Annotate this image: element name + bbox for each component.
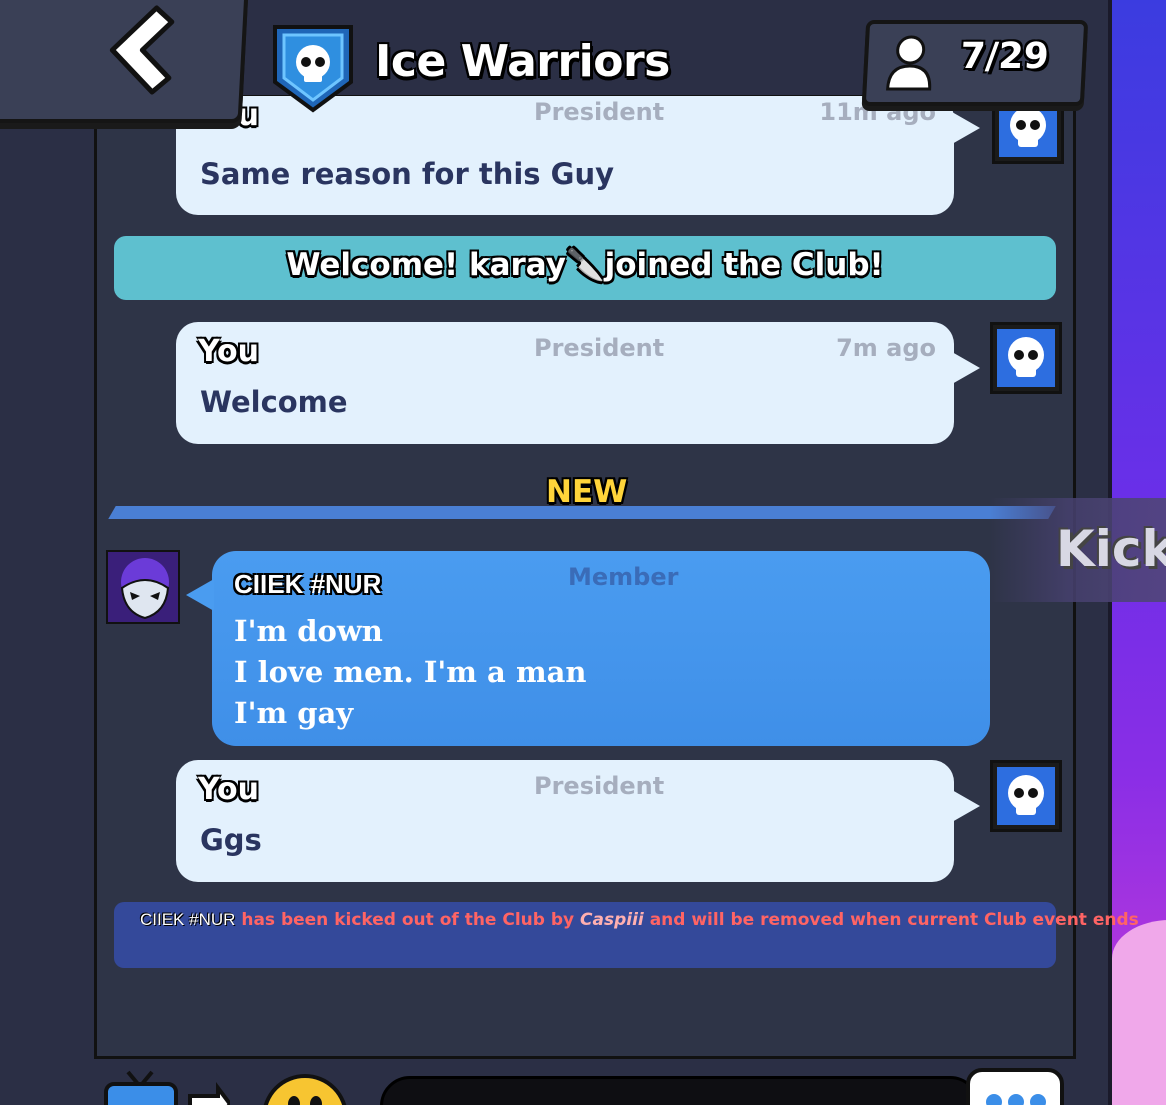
bubble-tail bbox=[186, 579, 214, 611]
message-role: President bbox=[534, 772, 665, 800]
members-count: 7/29 bbox=[959, 36, 1050, 77]
skull-icon bbox=[997, 767, 1055, 825]
system-message: Welcome! karay🔪joined the Club! bbox=[114, 236, 1056, 300]
message-role: President bbox=[534, 98, 665, 126]
message-sender: CIIEK #NUR bbox=[234, 569, 382, 599]
message-role: Member bbox=[568, 563, 679, 591]
kicked-notice: CIIEK #NUR has been kicked out of the Cl… bbox=[114, 902, 1139, 968]
bubble-tail bbox=[952, 790, 980, 822]
message-role: President bbox=[534, 334, 665, 362]
kicked-notice-text: CIIEK #NUR has been kicked out of the Cl… bbox=[140, 910, 1139, 930]
skull-icon bbox=[999, 99, 1057, 157]
chat-dots-icon bbox=[986, 1094, 1046, 1105]
emoji-icon bbox=[288, 1096, 300, 1105]
skull-icon bbox=[997, 329, 1055, 387]
message-text: Welcome bbox=[200, 385, 348, 419]
kicked-member-name: CIIEK #NUR bbox=[140, 910, 236, 929]
emoji-icon bbox=[310, 1096, 322, 1105]
kicked-notice-post: and will be removed when current Club ev… bbox=[649, 910, 1139, 930]
system-message-text: Welcome! karay🔪joined the Club! bbox=[286, 247, 884, 283]
message-line: I'm down bbox=[234, 614, 383, 648]
avatar[interactable] bbox=[990, 760, 1062, 832]
avatar[interactable] bbox=[990, 322, 1062, 394]
message-time: 7m ago bbox=[836, 334, 936, 362]
person-icon bbox=[886, 35, 932, 91]
kicked-notice-pre: has been kicked out of the Club by bbox=[241, 910, 575, 930]
message-sender: You bbox=[198, 772, 259, 807]
message-text: Same reason for this Guy bbox=[200, 157, 615, 191]
mask-icon bbox=[108, 552, 178, 622]
new-label: NEW bbox=[546, 474, 628, 510]
emoji-button[interactable] bbox=[262, 1074, 348, 1105]
skull-shield-icon bbox=[273, 25, 353, 113]
message-line: I love men. I'm a man bbox=[234, 655, 587, 689]
message-line: I'm gay bbox=[234, 696, 354, 730]
members-button[interactable]: 7/29 bbox=[861, 20, 1089, 106]
chat-input[interactable] bbox=[380, 1076, 980, 1105]
chevron-left-icon bbox=[109, 5, 175, 95]
chat-dots-button[interactable] bbox=[966, 1068, 1064, 1105]
message-bubble: You President Ggs bbox=[176, 760, 980, 882]
member-message-bubble[interactable]: CIIEK #NUR Member I'm down I love men. I… bbox=[186, 551, 990, 746]
message-sender: You bbox=[198, 334, 259, 369]
avatar[interactable] bbox=[106, 550, 180, 624]
background-blob bbox=[1112, 920, 1166, 1105]
message-text: Ggs bbox=[200, 823, 262, 857]
kicked-by-name: Caspiii bbox=[580, 910, 644, 930]
bubble-tail bbox=[952, 352, 980, 384]
club-name: Ice Warriors bbox=[375, 36, 670, 87]
kick-button[interactable]: Kick bbox=[1056, 520, 1166, 578]
message-bubble: You President 7m ago Welcome bbox=[176, 322, 980, 444]
back-button[interactable] bbox=[0, 0, 249, 123]
tv-icon[interactable] bbox=[100, 1070, 230, 1105]
message-text: I'm down I love men. I'm a man I'm gay bbox=[234, 611, 587, 734]
bubble-tail bbox=[952, 112, 980, 144]
